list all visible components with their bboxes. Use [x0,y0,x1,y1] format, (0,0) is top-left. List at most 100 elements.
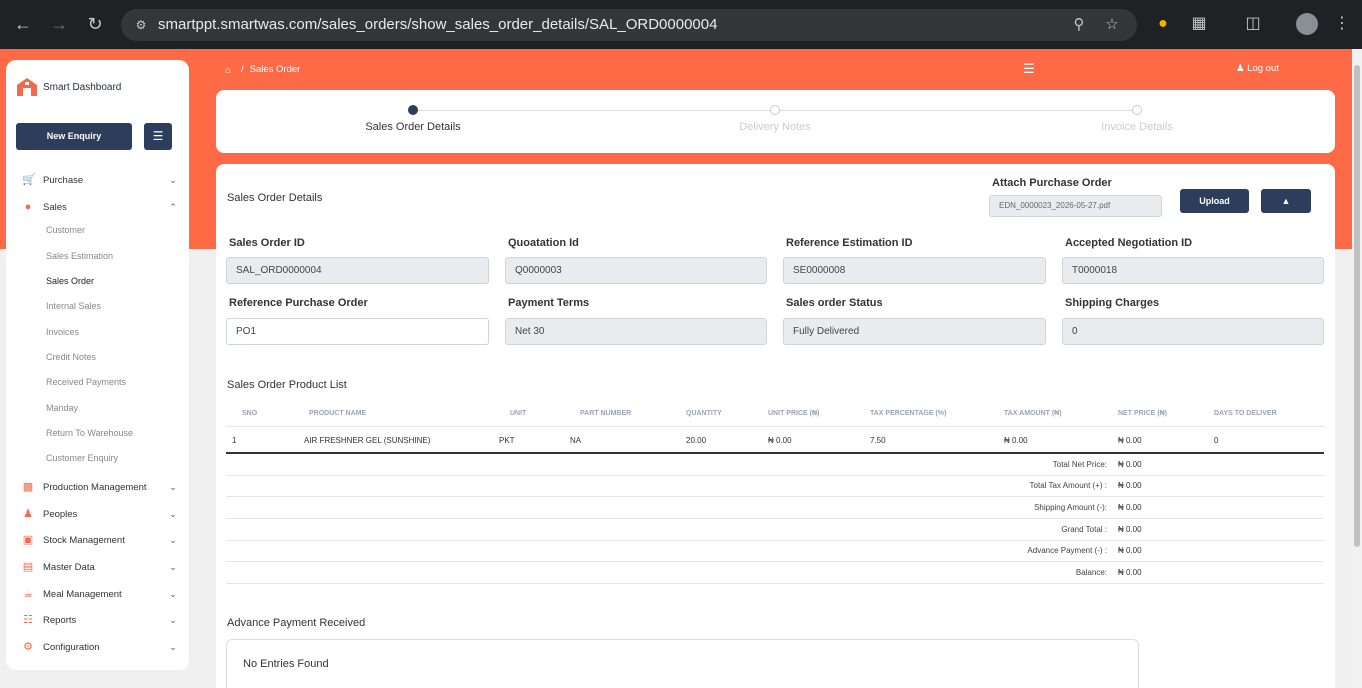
sub-item-sales-order[interactable]: Sales Order [46,276,94,286]
summary-value: ₦ 0.00 [1118,568,1142,577]
sales-order-id-field[interactable]: SAL_ORD0000004 [226,257,489,284]
col-header: TAX AMOUNT (₦) [1004,410,1062,417]
chevron-down-icon: ⌄ [169,534,177,545]
sub-item-invoices[interactable]: Invoices [46,327,79,337]
sub-item-return-to-warehouse[interactable]: Return To Warehouse [46,428,133,438]
field-label-sales-order-status: Sales order Status [786,297,883,309]
summary-total-tax: Total Tax Amount (+) : ₦ 0.00 [226,475,1324,497]
product-list-title: Sales Order Product List [227,379,347,391]
sub-item-customer[interactable]: Customer [46,225,85,235]
col-header: UNIT [510,410,527,417]
sidebar-item-peoples[interactable]: ♟ Peoples ⌄ [22,506,178,522]
cart-icon: 🛒 [22,174,36,186]
sub-item-sales-estimation[interactable]: Sales Estimation [46,251,113,261]
cell-part-number: NA [570,436,582,445]
sidebar-item-configuration[interactable]: ⚙ Configuration ⌄ [22,639,178,655]
database-icon: ▤ [22,561,34,573]
col-header: QUANTITY [686,410,722,417]
brand[interactable]: Smart Dashboard [16,77,121,97]
factory-icon: ▩ [22,481,34,493]
reference-purchase-order-field[interactable]: PO1 [226,318,489,345]
url-text[interactable]: smartppt.smartwas.com/sales_orders/show_… [158,16,717,33]
summary-label: Balance: [1075,568,1107,577]
chevron-down-icon: ⌄ [169,174,177,185]
box-icon: ▣ [22,534,34,546]
download-button[interactable]: ▲ [1261,189,1311,213]
sidebar-item-stock-management[interactable]: ▣ Stock Management ⌄ [22,532,178,548]
col-header: DAYS TO DELIVER [1214,410,1277,417]
breadcrumb-separator: / [241,64,244,75]
progress-stepper: Sales Order Details Delivery Notes Invoi… [216,90,1335,153]
chevron-down-icon: ⌄ [169,508,177,519]
cell-tax-percentage: 7.50 [870,436,886,445]
col-header: UNIT PRICE (₦) [768,410,820,417]
breadcrumb-current: Sales Order [249,64,301,75]
zoom-icon[interactable]: ⚲ [1069,15,1089,35]
sidebar-item-label: Stock Management [43,534,125,546]
field-label-sales-order-id: Sales Order ID [229,237,305,249]
address-bar[interactable]: ⚙ smartppt.smartwas.com/sales_orders/sho… [121,9,1137,41]
puzzle-icon[interactable]: ▦ [1188,13,1210,35]
summary-label: Grand Total : [1061,525,1107,534]
hamburger-icon[interactable]: ☰ [1022,62,1036,76]
extension-icon[interactable]: ● [1152,13,1174,35]
summary-label: Shipping Amount (-): [1034,503,1107,512]
shipping-charges-field[interactable]: 0 [1062,318,1324,345]
sidebar-item-label: Reports [43,614,77,626]
summary-advance-payment: Advance Payment (-) : ₦ 0.00 [226,540,1324,562]
sales-order-details-card: Sales Order Details Attach Purchase Orde… [216,164,1335,688]
upload-button[interactable]: Upload [1180,189,1249,213]
site-settings-icon[interactable]: ⚙ [133,17,149,33]
sub-item-manday[interactable]: Manday [46,403,78,413]
field-label-payment-terms: Payment Terms [508,297,590,309]
summary-label: Total Net Price: [1052,460,1107,469]
sub-item-customer-enquiry[interactable]: Customer Enquiry [46,453,118,463]
report-icon: ☷ [23,614,33,626]
sidebar-item-purchase[interactable]: 🛒 Purchase ⌄ [22,172,178,188]
bookmark-star-icon[interactable]: ☆ [1102,15,1122,35]
step-label-invoice-details[interactable]: Invoice Details [1101,121,1173,133]
summary-label: Total Tax Amount (+) : [1029,481,1107,490]
reload-icon[interactable]: ↻ [84,13,106,35]
step-label-delivery-notes[interactable]: Delivery Notes [739,121,811,133]
sidebar-toggle-button[interactable]: ☰ [144,123,172,150]
attach-file-input[interactable]: EDN_0000023_2026-05-27.pdf [989,195,1162,217]
sub-item-received-payments[interactable]: Received Payments [46,377,126,387]
back-icon[interactable]: ← [12,13,34,35]
step-dot-invoice-details[interactable] [1132,105,1142,115]
payment-terms-field[interactable]: Net 30 [505,318,767,345]
step-label-sales-order-details[interactable]: Sales Order Details [365,121,460,133]
download-icon: ▲ [1281,196,1291,206]
field-label-reference-estimation-id: Reference Estimation ID [786,237,913,249]
reference-estimation-id-field[interactable]: SE0000008 [783,257,1046,284]
browser-toolbar: ← → ↻ ⚙ smartppt.smartwas.com/sales_orde… [0,0,1362,49]
col-header: SNO [242,410,258,417]
accepted-negotiation-id-field[interactable]: T0000018 [1062,257,1324,284]
section-title: Sales Order Details [227,192,323,204]
step-dot-delivery-notes[interactable] [770,105,780,115]
home-icon[interactable]: ⌂ [225,65,235,76]
logout-link[interactable]: ♟ Log out [1236,63,1279,74]
profile-avatar[interactable] [1296,13,1318,35]
tab-search-icon[interactable]: ◫ [1242,13,1264,35]
forward-icon[interactable]: → [48,13,70,35]
step-dot-sales-order-details[interactable] [408,105,418,115]
kebab-menu-icon[interactable]: ⋮ [1331,13,1353,35]
sidebar-item-production-management[interactable]: ▩ Production Management ⌄ [22,479,178,495]
quotation-id-field[interactable]: Q0000003 [505,257,767,284]
scrollbar-thumb[interactable] [1354,65,1360,547]
sales-order-status-field[interactable]: Fully Delivered [783,318,1046,345]
sidebar-item-meal-management[interactable]: ☕ Meal Management ⌄ [22,586,178,602]
field-label-quotation-id: Quoatation Id [508,237,579,249]
table-row[interactable]: 1 AIR FRESHNER GEL (SUNSHINE) PKT NA 20.… [226,428,1324,454]
sidebar-item-sales[interactable]: ● Sales ⌃ [22,199,178,215]
new-enquiry-button[interactable]: New Enquiry [16,123,132,150]
sub-item-credit-notes[interactable]: Credit Notes [46,352,96,362]
sidebar-item-reports[interactable]: ☷ Reports ⌄ [22,612,178,628]
chevron-down-icon: ⌄ [169,588,177,599]
page-scrollbar[interactable] [1352,49,1362,688]
sub-item-internal-sales[interactable]: Internal Sales [46,301,101,311]
sidebar-item-master-data[interactable]: ▤ Master Data ⌄ [22,559,178,575]
user-icon: ♟ [1236,63,1245,74]
chevron-down-icon: ⌄ [169,614,177,625]
